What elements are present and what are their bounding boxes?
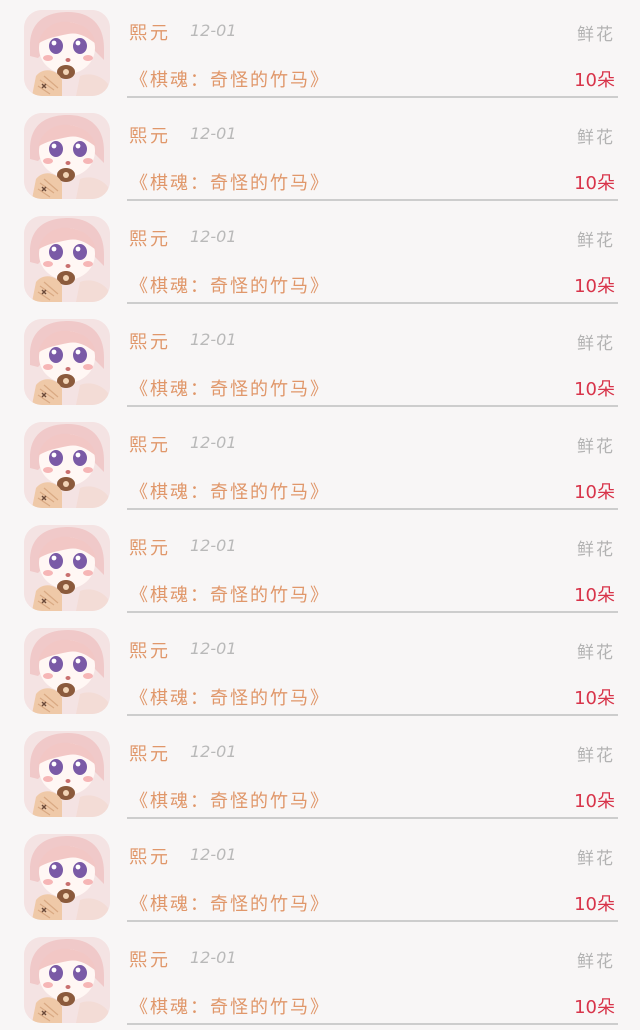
gift-type-label: 鲜花	[577, 437, 615, 457]
gift-type-label: 鲜花	[577, 746, 615, 766]
record-date: 12-01	[190, 21, 237, 40]
user-name: 熙元	[129, 744, 171, 765]
gift-record-row[interactable]: 熙元 12-01 鲜花 《棋魂：奇怪的竹马》 10朵	[0, 515, 640, 618]
gift-amount: 10朵	[574, 482, 615, 503]
book-title-link[interactable]: 《棋魂：奇怪的竹马》	[130, 581, 330, 607]
gift-type-label: 鲜花	[577, 952, 615, 972]
anime-girl-avatar-icon	[24, 834, 110, 920]
book-title-link[interactable]: 《棋魂：奇怪的竹马》	[130, 272, 330, 298]
gift-record-row[interactable]: 熙元 12-01 鲜花 《棋魂：奇怪的竹马》 10朵	[0, 206, 640, 309]
gift-amount: 10朵	[574, 70, 615, 91]
row-divider	[127, 611, 618, 613]
gift-record-row[interactable]: 熙元 12-01 鲜花 《棋魂：奇怪的竹马》 10朵	[0, 309, 640, 412]
row-divider	[127, 1023, 618, 1025]
gift-type-label: 鲜花	[577, 25, 615, 45]
gift-record-row[interactable]: 熙元 12-01 鲜花 《棋魂：奇怪的竹马》 10朵	[0, 618, 640, 721]
record-date: 12-01	[190, 330, 237, 349]
gift-record-row[interactable]: 熙元 12-01 鲜花 《棋魂：奇怪的竹马》 10朵	[0, 824, 640, 927]
row-divider	[127, 405, 618, 407]
record-date: 12-01	[190, 536, 237, 555]
anime-girl-avatar-icon	[24, 216, 110, 302]
user-name: 熙元	[129, 950, 171, 971]
user-avatar[interactable]	[24, 216, 110, 302]
record-date: 12-01	[190, 639, 237, 658]
user-avatar[interactable]	[24, 422, 110, 508]
user-name: 熙元	[129, 641, 171, 662]
user-name: 熙元	[129, 332, 171, 353]
book-title-link[interactable]: 《棋魂：奇怪的竹马》	[130, 478, 330, 504]
user-avatar[interactable]	[24, 113, 110, 199]
anime-girl-avatar-icon	[24, 319, 110, 405]
row-divider	[127, 96, 618, 98]
gift-amount: 10朵	[574, 791, 615, 812]
gift-record-row[interactable]: 熙元 12-01 鲜花 《棋魂：奇怪的竹马》 10朵	[0, 412, 640, 515]
gift-amount: 10朵	[574, 276, 615, 297]
record-date: 12-01	[190, 948, 237, 967]
user-name: 熙元	[129, 435, 171, 456]
record-date: 12-01	[190, 124, 237, 143]
anime-girl-avatar-icon	[24, 525, 110, 611]
user-avatar[interactable]	[24, 731, 110, 817]
gift-amount: 10朵	[574, 997, 615, 1018]
user-avatar[interactable]	[24, 10, 110, 96]
record-date: 12-01	[190, 433, 237, 452]
anime-girl-avatar-icon	[24, 422, 110, 508]
anime-girl-avatar-icon	[24, 10, 110, 96]
row-divider	[127, 199, 618, 201]
row-divider	[127, 817, 618, 819]
gift-record-row[interactable]: 熙元 12-01 鲜花 《棋魂：奇怪的竹马》 10朵	[0, 927, 640, 1030]
user-name: 熙元	[129, 847, 171, 868]
gift-record-row[interactable]: 熙元 12-01 鲜花 《棋魂：奇怪的竹马》 10朵	[0, 0, 640, 103]
user-name: 熙元	[129, 538, 171, 559]
book-title-link[interactable]: 《棋魂：奇怪的竹马》	[130, 169, 330, 195]
book-title-link[interactable]: 《棋魂：奇怪的竹马》	[130, 890, 330, 916]
gift-type-label: 鲜花	[577, 849, 615, 869]
user-name: 熙元	[129, 23, 171, 44]
gift-amount: 10朵	[574, 173, 615, 194]
row-divider	[127, 920, 618, 922]
user-avatar[interactable]	[24, 525, 110, 611]
gift-record-row[interactable]: 熙元 12-01 鲜花 《棋魂：奇怪的竹马》 10朵	[0, 721, 640, 824]
book-title-link[interactable]: 《棋魂：奇怪的竹马》	[130, 66, 330, 92]
record-date: 12-01	[190, 227, 237, 246]
gift-amount: 10朵	[574, 894, 615, 915]
row-divider	[127, 714, 618, 716]
gift-amount: 10朵	[574, 585, 615, 606]
gift-amount: 10朵	[574, 688, 615, 709]
anime-girl-avatar-icon	[24, 937, 110, 1023]
gift-record-list: 熙元 12-01 鲜花 《棋魂：奇怪的竹马》 10朵 熙元 12-01 鲜花 《…	[0, 0, 640, 1025]
anime-girl-avatar-icon	[24, 113, 110, 199]
book-title-link[interactable]: 《棋魂：奇怪的竹马》	[130, 787, 330, 813]
anime-girl-avatar-icon	[24, 731, 110, 817]
user-avatar[interactable]	[24, 319, 110, 405]
row-divider	[127, 508, 618, 510]
user-avatar[interactable]	[24, 628, 110, 714]
record-date: 12-01	[190, 742, 237, 761]
gift-type-label: 鲜花	[577, 128, 615, 148]
book-title-link[interactable]: 《棋魂：奇怪的竹马》	[130, 684, 330, 710]
gift-type-label: 鲜花	[577, 643, 615, 663]
gift-amount: 10朵	[574, 379, 615, 400]
gift-record-row[interactable]: 熙元 12-01 鲜花 《棋魂：奇怪的竹马》 10朵	[0, 103, 640, 206]
user-avatar[interactable]	[24, 937, 110, 1023]
user-avatar[interactable]	[24, 834, 110, 920]
book-title-link[interactable]: 《棋魂：奇怪的竹马》	[130, 993, 330, 1019]
gift-type-label: 鲜花	[577, 231, 615, 251]
anime-girl-avatar-icon	[24, 628, 110, 714]
record-date: 12-01	[190, 845, 237, 864]
gift-type-label: 鲜花	[577, 334, 615, 354]
gift-type-label: 鲜花	[577, 540, 615, 560]
user-name: 熙元	[129, 229, 171, 250]
row-divider	[127, 302, 618, 304]
book-title-link[interactable]: 《棋魂：奇怪的竹马》	[130, 375, 330, 401]
user-name: 熙元	[129, 126, 171, 147]
